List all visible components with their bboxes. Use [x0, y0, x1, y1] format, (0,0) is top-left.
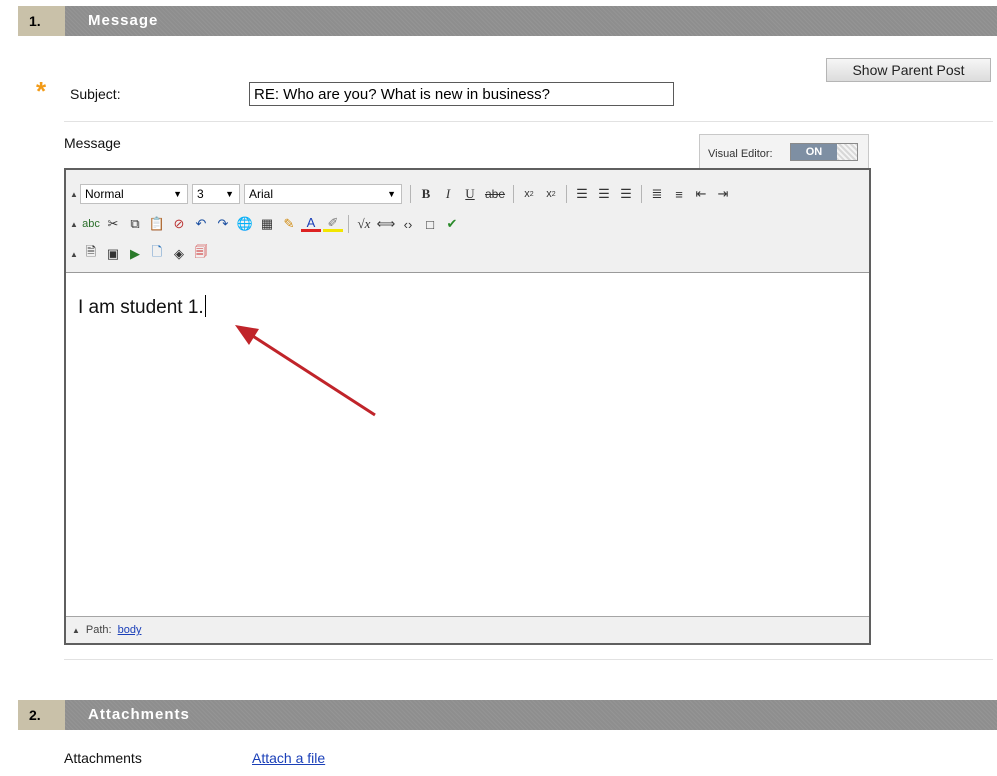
required-icon: *: [36, 76, 47, 106]
superscript-icon[interactable]: x2: [541, 184, 561, 204]
table-icon[interactable]: ▦: [257, 214, 277, 234]
divider: [64, 659, 993, 660]
cut-icon[interactable]: ✂: [103, 214, 123, 234]
code-arrows-icon[interactable]: ⟺: [376, 214, 396, 234]
fullscreen-icon[interactable]: □: [420, 214, 440, 234]
section-title: Attachments: [65, 700, 997, 730]
indent-icon[interactable]: ⇥: [713, 184, 733, 204]
insert-media-icon[interactable]: ▶: [125, 244, 145, 264]
visual-editor-state: ON: [791, 144, 837, 160]
divider: [64, 121, 993, 122]
math-icon[interactable]: √x: [354, 214, 374, 234]
section-number: 2.: [18, 700, 65, 730]
collapse-toolbar-icon[interactable]: ▲: [68, 250, 80, 259]
redo-icon[interactable]: ↷: [213, 214, 233, 234]
editor-toolbar: ▲ Normal ▼ 3 ▼ Arial ▼ B I U abe x2 x2 ☰ ☰ …: [66, 170, 869, 273]
attachments-label: Attachments: [64, 750, 142, 766]
insert-pdf-icon[interactable]: 🗐: [191, 244, 211, 264]
numbered-list-icon[interactable]: ≣: [647, 184, 667, 204]
insert-file-icon[interactable]: 🗎: [81, 244, 101, 264]
subscript-icon[interactable]: x2: [519, 184, 539, 204]
align-right-icon[interactable]: ☰: [616, 184, 636, 204]
section-title: Message: [65, 6, 997, 36]
visual-editor-label: Visual Editor:: [708, 148, 773, 160]
attach-file-link[interactable]: Attach a file: [252, 750, 325, 766]
text-cursor: [204, 295, 206, 317]
clear-format-icon[interactable]: ⊘: [169, 214, 189, 234]
check-icon[interactable]: ✔: [442, 214, 462, 234]
outdent-icon[interactable]: ⇤: [691, 184, 711, 204]
highlight-icon[interactable]: ✐: [323, 215, 343, 232]
html-icon[interactable]: ‹›: [398, 214, 418, 234]
show-parent-post-button[interactable]: Show Parent Post: [826, 58, 991, 82]
collapse-toolbar-icon[interactable]: ▲: [68, 190, 80, 199]
align-left-icon[interactable]: ☰: [572, 184, 592, 204]
insert-image-icon[interactable]: ▣: [103, 244, 123, 264]
collapse-toolbar-icon[interactable]: ▲: [68, 220, 80, 229]
font-family-select[interactable]: Arial ▼: [244, 184, 402, 204]
undo-icon[interactable]: ↶: [191, 214, 211, 234]
path-label: Path:: [85, 624, 112, 636]
section-number: 1.: [18, 6, 65, 36]
editor-status-bar: ▲ Path: body: [66, 616, 869, 643]
subject-input[interactable]: [249, 82, 674, 106]
rich-text-editor: ▲ Normal ▼ 3 ▼ Arial ▼ B I U abe x2 x2 ☰ ☰ …: [64, 168, 871, 645]
collapse-status-icon[interactable]: ▲: [72, 626, 80, 635]
editor-text: I am student 1.: [78, 297, 204, 318]
path-body-link[interactable]: body: [118, 624, 142, 636]
toggle-off-area: [837, 144, 857, 160]
mashup-icon[interactable]: ◈: [169, 244, 189, 264]
editor-content-area[interactable]: I am student 1.: [66, 273, 869, 616]
message-label: Message: [64, 135, 121, 151]
visual-editor-toggle[interactable]: ON: [790, 143, 858, 161]
format-select[interactable]: Normal ▼: [80, 184, 188, 204]
strikethrough-icon[interactable]: abe: [482, 184, 508, 204]
align-center-icon[interactable]: ☰: [594, 184, 614, 204]
annotation-arrow-icon: [235, 325, 376, 417]
visual-editor-control: Visual Editor: ON: [699, 134, 869, 168]
section-header-message: 1. Message: [18, 6, 997, 36]
text-color-icon[interactable]: A: [301, 215, 321, 232]
underline-icon[interactable]: U: [460, 184, 480, 204]
spellcheck-icon[interactable]: abc: [81, 214, 101, 234]
paste-icon[interactable]: 📋: [147, 214, 167, 234]
pencil-icon[interactable]: ✎: [279, 214, 299, 234]
bulleted-list-icon[interactable]: ≡: [669, 184, 689, 204]
italic-icon[interactable]: I: [438, 184, 458, 204]
bold-icon[interactable]: B: [416, 184, 436, 204]
font-size-select[interactable]: 3 ▼: [192, 184, 240, 204]
copy-icon[interactable]: ⧉: [125, 214, 145, 234]
insert-link-file-icon[interactable]: 🗋: [147, 244, 167, 264]
subject-label: Subject:: [70, 86, 121, 102]
section-header-attachments: 2. Attachments: [18, 700, 997, 730]
link-icon[interactable]: 🌐: [235, 214, 255, 234]
